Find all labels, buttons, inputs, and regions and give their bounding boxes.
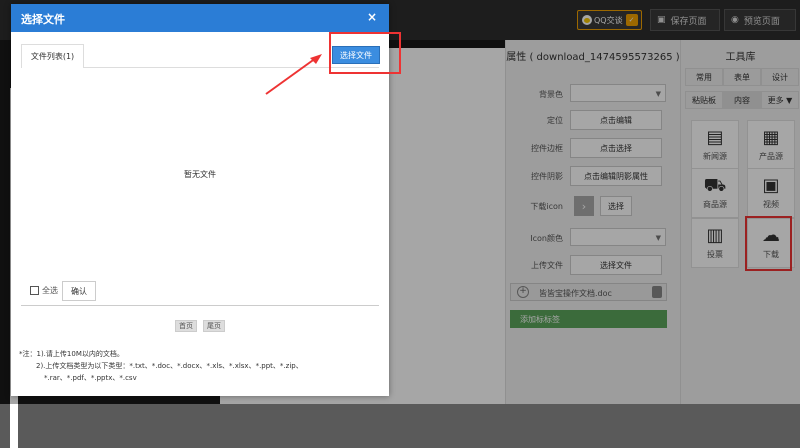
- dialog-title: 选择文件: [21, 13, 65, 26]
- first-page-button[interactable]: 首页: [175, 320, 197, 332]
- select-all-checkbox[interactable]: 全选: [30, 285, 58, 296]
- dialog-divider: [21, 305, 379, 306]
- select-all-label: 全选: [42, 286, 58, 295]
- dialog-header: 选择文件 ×: [11, 4, 389, 32]
- close-icon[interactable]: ×: [367, 10, 377, 24]
- tab-file-list[interactable]: 文件列表(1): [21, 44, 84, 68]
- annotation-arrow-icon: [265, 54, 322, 95]
- last-page-button[interactable]: 尾页: [203, 320, 225, 332]
- note-line-3: *.rar、*.pdf、*.pptx、*.csv: [44, 374, 137, 382]
- confirm-button[interactable]: 确认: [62, 281, 96, 301]
- note-line-2: 2).上传文档类型为以下类型：*.txt、*.doc、*.docx、*.xls、…: [36, 362, 303, 370]
- upload-note: *注：1).请上传10M以内的文档。 2).上传文档类型为以下类型：*.txt、…: [19, 348, 303, 384]
- checkbox-icon[interactable]: [30, 286, 39, 295]
- choose-file-dialog: 选择文件 × 文件列表(1) 选择文件 暂无文件 全选 确认 首页 尾页 *注：…: [11, 4, 401, 396]
- note-line-1: *注：1).请上传10M以内的文档。: [19, 350, 124, 358]
- choose-file-highlight: [329, 32, 401, 74]
- empty-file-list-text: 暂无文件: [184, 170, 216, 179]
